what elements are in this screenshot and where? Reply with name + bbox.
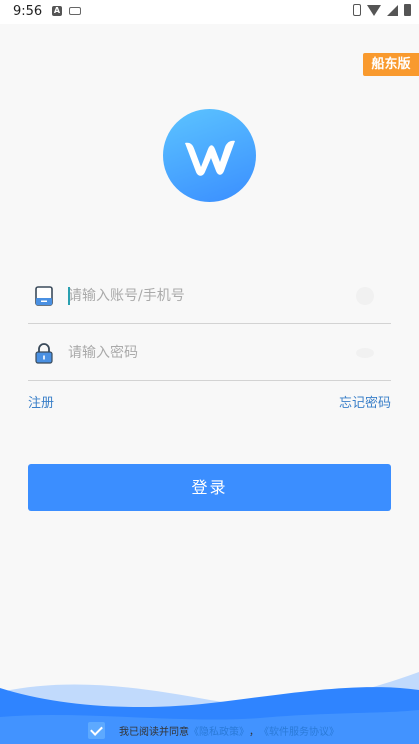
battery-icon [404, 4, 411, 16]
register-link[interactable]: 注册 [28, 392, 54, 411]
app-logo [163, 109, 256, 202]
notification-a-icon: A [52, 6, 62, 16]
privacy-policy-link[interactable]: 《隐私政策》 [189, 723, 249, 738]
status-bar: 9:56 A [0, 0, 419, 24]
account-field [28, 268, 391, 324]
login-button[interactable]: 登录 [28, 464, 391, 511]
agreement-checkbox[interactable] [88, 721, 105, 739]
agreement-separator: ， [249, 726, 259, 738]
agreement-row: 我已阅读并同意 《隐私政策》 ， 《软件服务协议》 [88, 719, 339, 741]
account-input[interactable] [68, 281, 348, 311]
w-logo-icon [185, 140, 235, 176]
edition-tag: 船东版 [363, 53, 419, 76]
status-icons [353, 4, 411, 16]
password-input[interactable] [68, 338, 348, 368]
signal-icon [387, 4, 398, 16]
lock-icon [35, 343, 53, 364]
eye-icon[interactable] [356, 348, 374, 358]
service-agreement-link[interactable]: 《软件服务协议》 [259, 723, 339, 738]
vibrate-icon [353, 4, 361, 16]
agreement-text: 我已阅读并同意 [119, 726, 189, 738]
keyboard-icon [69, 7, 81, 15]
password-field [28, 325, 391, 381]
wifi-icon [367, 4, 381, 16]
status-time: 9:56 [13, 4, 43, 19]
forgot-password-link[interactable]: 忘记密码 [339, 392, 391, 411]
account-card-icon [35, 286, 53, 306]
clear-icon[interactable] [356, 287, 374, 305]
text-caret [68, 287, 70, 305]
